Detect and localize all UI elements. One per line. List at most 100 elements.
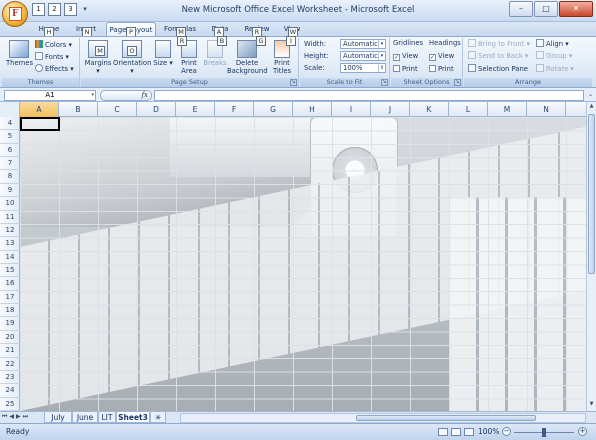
normal-view-icon[interactable] [438, 428, 448, 436]
colors-button[interactable]: Colors ▾ [35, 40, 72, 50]
row-header-14[interactable]: 14 [0, 251, 20, 264]
column-header-m[interactable]: M [488, 102, 527, 117]
group-scale-to-fit: Width: Automatic ▾ Height: Automatic ▾ Sca… [300, 38, 390, 87]
horizontal-scrollbar[interactable] [180, 413, 586, 423]
row-header-23[interactable]: 23 [0, 371, 20, 385]
sheet-tab-july[interactable]: July [44, 412, 72, 423]
width-dropdown-icon: ▾ [378, 40, 385, 48]
headings-print-checkbox[interactable]: Print [429, 64, 454, 74]
row-header-17[interactable]: 17 [0, 291, 20, 305]
row-header-5[interactable]: 5 [0, 130, 20, 144]
zoom-in-button[interactable]: + [578, 427, 587, 436]
row-header-18[interactable]: 18 [0, 304, 20, 318]
vertical-scrollbar[interactable]: ▲ ▼ [586, 102, 596, 411]
column-header-a[interactable]: A [20, 102, 59, 117]
formula-input[interactable] [154, 90, 584, 101]
column-header-e[interactable]: E [176, 102, 215, 117]
horizontal-scroll-thumb[interactable] [356, 415, 536, 421]
row-header-15[interactable]: 15 [0, 264, 20, 278]
themes-button[interactable]: Themes [6, 40, 33, 67]
row-header-13[interactable]: 13 [0, 237, 20, 251]
keytip-background: G [256, 36, 266, 46]
select-all-corner[interactable] [0, 102, 20, 117]
sheet-nav-arrows-icon[interactable]: ⏮◀▶⏭ [2, 413, 30, 421]
gridlines-print-checkbox[interactable]: Print [393, 64, 418, 74]
column-header-l[interactable]: L [449, 102, 488, 117]
scale-label: Scale: [304, 64, 325, 72]
zoom-out-button[interactable]: − [502, 427, 511, 436]
zoom-level[interactable]: 100% [478, 427, 499, 436]
selection-pane-button[interactable]: Selection Pane [468, 64, 528, 74]
active-cell-a1[interactable] [20, 117, 60, 131]
headings-view-checkbox[interactable]: ✓ View [429, 51, 454, 61]
row-header-20[interactable]: 20 [0, 331, 20, 345]
scroll-up-icon[interactable]: ▲ [588, 103, 595, 112]
row-header-4[interactable]: 4 [0, 117, 20, 131]
worksheet[interactable]: ABCDEFGHIJKLMN 4 5 6 7 8 9 10 11 12 13 14 15 16 17 18 1… [0, 102, 586, 411]
send-to-back-button[interactable]: Send to Back ▾ [468, 51, 528, 61]
insert-sheet-icon[interactable]: ✳ [150, 412, 166, 423]
bring-to-front-button[interactable]: Bring to Front ▾ [468, 39, 530, 49]
row-header-16[interactable]: 16 [0, 277, 20, 291]
sheet-tab-lit[interactable]: LIT [98, 412, 116, 423]
rotate-button[interactable]: Rotate ▾ [536, 64, 574, 74]
office-logo-icon: F [9, 7, 22, 21]
sheet-tab-june[interactable]: June [72, 412, 98, 423]
minimize-button[interactable]: – [509, 1, 533, 17]
row-header-6[interactable]: 6 [0, 144, 20, 158]
background-icon [237, 40, 257, 58]
column-header-h[interactable]: H [293, 102, 332, 117]
zoom-slider-knob[interactable] [542, 428, 546, 437]
row-header-12[interactable]: 12 [0, 224, 20, 238]
page-layout-view-icon[interactable] [451, 428, 461, 436]
row-header-9[interactable]: 9 [0, 184, 20, 198]
colors-icon [35, 40, 43, 48]
align-button[interactable]: Align ▾ [536, 39, 569, 49]
column-header-j[interactable]: J [371, 102, 410, 117]
row-header-7[interactable]: 7 [0, 157, 20, 171]
page-break-view-icon[interactable] [464, 428, 474, 436]
row-header-21[interactable]: 21 [0, 344, 20, 358]
column-header-d[interactable]: D [137, 102, 176, 117]
column-header-i[interactable]: I [332, 102, 371, 117]
sheet-tab-sheet3[interactable]: Sheet3 [116, 412, 150, 423]
scale-spinner[interactable]: 100% ⇕ [340, 63, 386, 73]
insert-function-button[interactable]: fx [100, 90, 152, 101]
page-setup-launcher-icon[interactable]: ↘ [290, 79, 297, 86]
expand-formula-bar-icon[interactable]: ⌄ [588, 91, 593, 98]
maximize-button[interactable]: □ [534, 1, 558, 17]
column-header-g[interactable]: G [254, 102, 293, 117]
effects-button[interactable]: Effects ▾ [35, 64, 74, 74]
row-header-24[interactable]: 24 [0, 384, 20, 398]
row-header-19[interactable]: 19 [0, 317, 20, 331]
row-header-10[interactable]: 10 [0, 197, 20, 211]
column-header-f[interactable]: F [215, 102, 254, 117]
row-header-8[interactable]: 8 [0, 170, 20, 184]
scroll-down-icon[interactable]: ▼ [588, 401, 595, 410]
name-box-dropdown-icon[interactable]: ▾ [91, 91, 94, 100]
ribbon: Themes Colors ▾ Fonts ▾ Effects ▾ Themes… [0, 36, 596, 88]
column-header-n[interactable]: N [527, 102, 566, 117]
row-header-25[interactable]: 25 [0, 398, 20, 411]
selection-pane-icon [468, 64, 476, 72]
scale-to-fit-launcher-icon[interactable]: ↘ [381, 79, 388, 86]
name-box[interactable]: A1 ▾ [4, 90, 96, 101]
row-header-22[interactable]: 22 [0, 358, 20, 371]
fonts-icon [35, 52, 43, 60]
width-combo[interactable]: Automatic ▾ [340, 39, 386, 49]
group-themes: Themes Colors ▾ Fonts ▾ Effects ▾ Themes [2, 38, 80, 87]
column-header-b[interactable]: B [59, 102, 98, 117]
fonts-button[interactable]: Fonts ▾ [35, 52, 69, 62]
size-button[interactable]: Size ▾ [153, 40, 173, 67]
vertical-scroll-thumb[interactable] [588, 114, 595, 274]
column-header-c[interactable]: C [98, 102, 137, 117]
height-combo[interactable]: Automatic ▾ [340, 51, 386, 61]
group-button[interactable]: Group ▾ [536, 51, 572, 61]
close-button[interactable]: ✕ [559, 1, 593, 17]
column-header-k[interactable]: K [410, 102, 449, 117]
office-button[interactable]: F [2, 1, 28, 27]
gridlines-view-checkbox[interactable]: ✓ View [393, 51, 418, 61]
row-header-11[interactable]: 11 [0, 211, 20, 224]
sheet-options-launcher-icon[interactable]: ↘ [454, 79, 461, 86]
themes-icon [9, 40, 29, 58]
